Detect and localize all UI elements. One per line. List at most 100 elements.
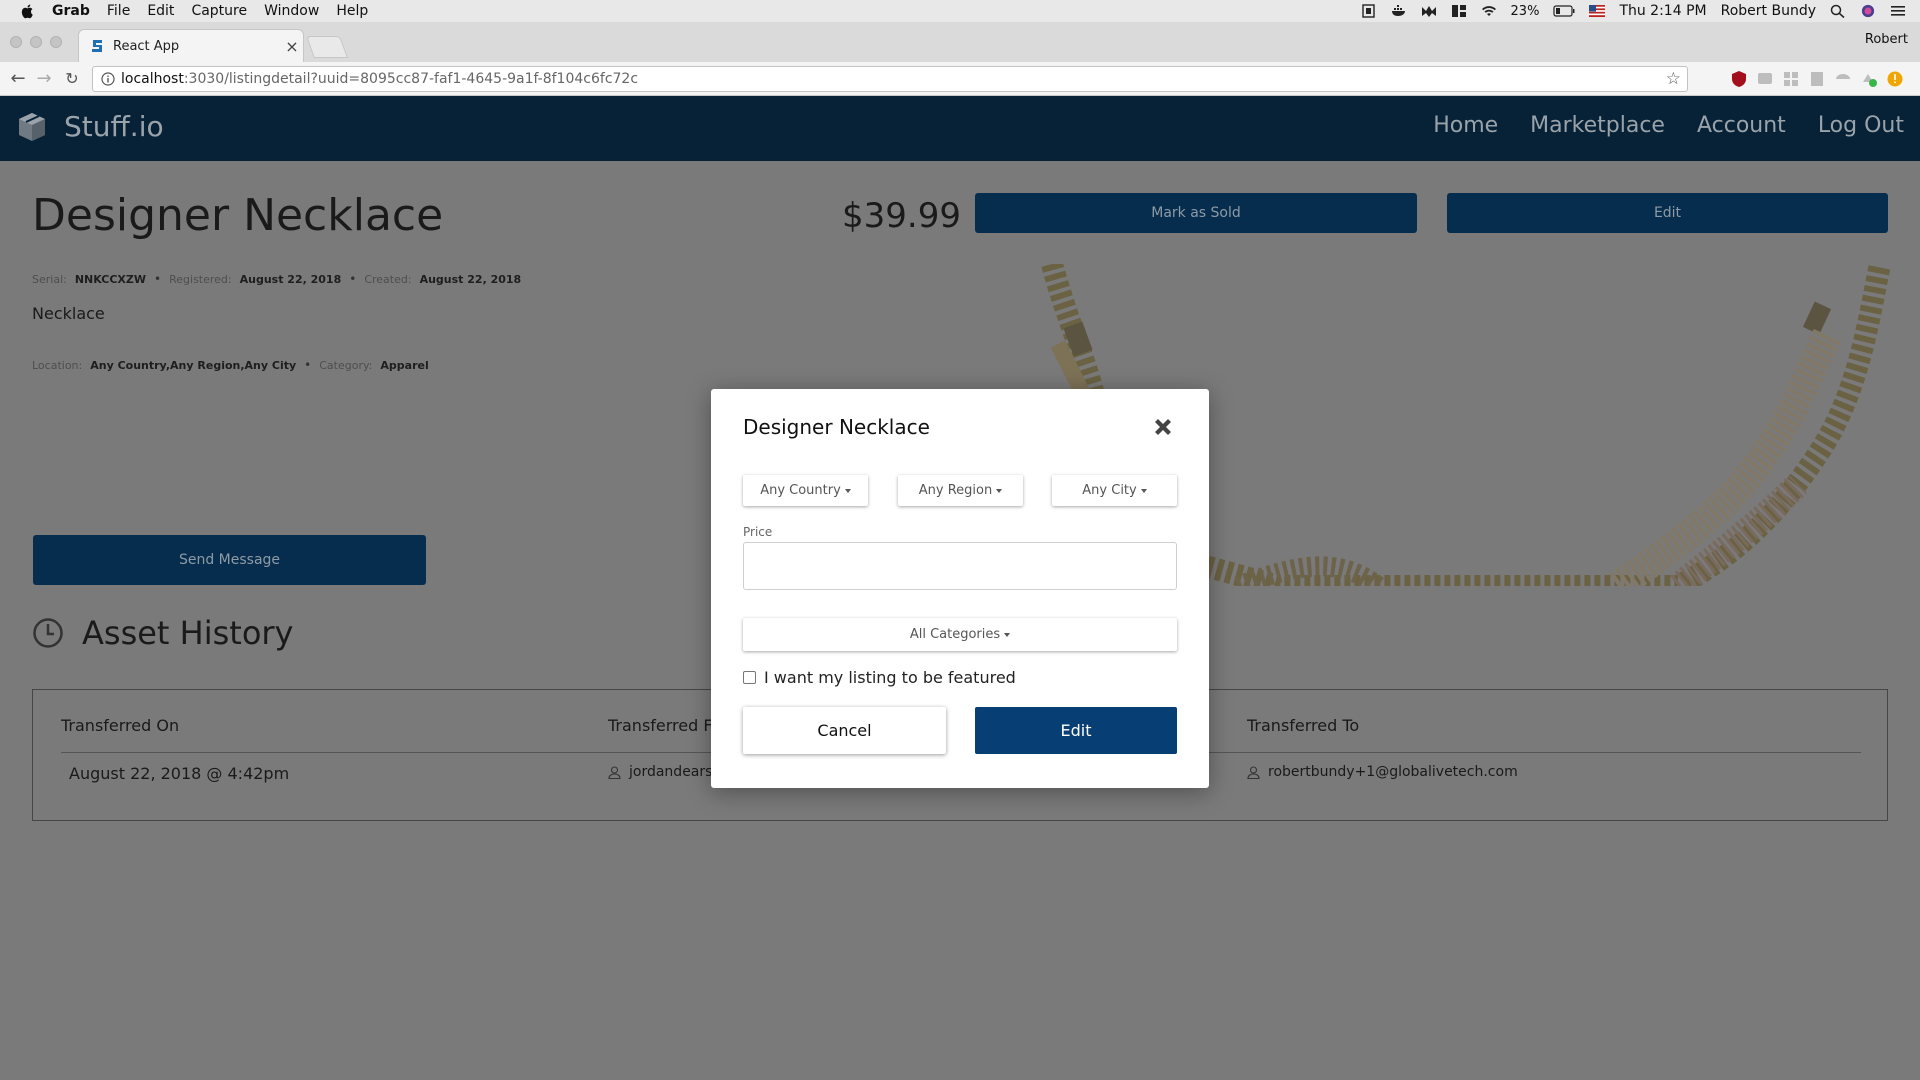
- category-dropdown-label: All Categories: [909, 627, 1001, 642]
- menubar-status-area: 23% Thu 2:14 PM Robert Bundy: [1361, 0, 1906, 22]
- listing-title: Designer Necklace: [32, 190, 444, 241]
- send-message-button[interactable]: Send Message: [33, 535, 426, 585]
- docker-icon[interactable]: [1391, 4, 1407, 18]
- asset-history-heading: Asset History: [32, 614, 293, 652]
- extension-icon-6[interactable]: [1860, 70, 1878, 88]
- clock-icon: [33, 618, 63, 648]
- category-label: Category:: [319, 358, 373, 372]
- malwarebytes-icon[interactable]: [1421, 4, 1437, 18]
- registered-value: August 22, 2018: [239, 272, 342, 286]
- history-from-user[interactable]: jordandears: [629, 764, 712, 780]
- menu-help[interactable]: Help: [336, 3, 368, 19]
- forward-arrow-icon[interactable]: →: [34, 69, 54, 89]
- menu-app-grab[interactable]: Grab: [52, 3, 90, 19]
- site-nav-links: Home Marketplace Account Log Out: [1433, 113, 1904, 138]
- macos-menubar: Grab File Edit Capture Window Help 23% T…: [0, 0, 1920, 22]
- featured-label[interactable]: I want my listing to be featured: [764, 668, 1016, 687]
- column-header-transferred-from: Transferred F: [608, 716, 713, 735]
- site-navbar: Stuff.io Home Marketplace Account Log Ou…: [0, 96, 1920, 161]
- spotlight-search-icon[interactable]: [1830, 4, 1846, 18]
- nav-account-link[interactable]: Account: [1697, 113, 1786, 138]
- grab-status-icon[interactable]: [1361, 4, 1377, 18]
- site-info-icon[interactable]: [101, 72, 115, 86]
- separator-dot: •: [154, 272, 162, 286]
- price-label: Price: [743, 525, 773, 539]
- extension-icon-5[interactable]: [1834, 70, 1852, 88]
- history-row-from: jordandears: [608, 764, 712, 780]
- extension-icon-4[interactable]: [1808, 70, 1826, 88]
- battery-percent: 23%: [1510, 3, 1540, 19]
- country-dropdown[interactable]: Any Country: [743, 475, 868, 506]
- us-flag-icon[interactable]: [1589, 4, 1606, 18]
- cancel-button[interactable]: Cancel: [743, 707, 946, 754]
- notification-center-icon[interactable]: [1890, 4, 1906, 18]
- menu-file[interactable]: File: [107, 3, 130, 19]
- window-zoom-button[interactable]: [50, 36, 62, 48]
- brand-name: Stuff.io: [64, 110, 164, 143]
- serial-value: NNKCCXZW: [74, 272, 147, 286]
- edit-listing-button[interactable]: Edit: [1447, 193, 1888, 233]
- ublock-extension-icon[interactable]: [1730, 70, 1748, 88]
- featured-checkbox[interactable]: [743, 671, 756, 684]
- menubar-clock[interactable]: Thu 2:14 PM: [1619, 3, 1706, 19]
- browser-tab-active[interactable]: React App ×: [78, 29, 304, 62]
- region-dropdown[interactable]: Any Region: [898, 475, 1023, 506]
- listing-subcategory: Necklace: [32, 304, 105, 323]
- chevron-down-icon: [996, 488, 1003, 493]
- column-header-transferred-on: Transferred On: [61, 716, 180, 735]
- box-logo-icon: [19, 112, 45, 141]
- modal-title: Designer Necklace: [743, 415, 930, 439]
- siri-icon[interactable]: [1860, 4, 1876, 18]
- wifi-icon[interactable]: [1481, 4, 1497, 18]
- history-row-date: August 22, 2018 @ 4:42pm: [69, 764, 290, 783]
- listing-location-row: Location: Any Country,Any Region,Any Cit…: [32, 358, 429, 372]
- url-path: :3030/listingdetail?uuid=8095cc87-faf1-4…: [183, 71, 639, 87]
- chevron-down-icon: [1140, 488, 1147, 493]
- nav-logout-link[interactable]: Log Out: [1818, 113, 1904, 138]
- battery-icon[interactable]: [1553, 4, 1575, 18]
- registered-label: Registered:: [169, 272, 232, 286]
- extension-icon-2[interactable]: [1756, 70, 1774, 88]
- browser-toolbar: ← → ↻ localhost:3030/listingdetail?uuid=…: [0, 62, 1920, 96]
- browser-profile-name[interactable]: Robert: [1865, 32, 1908, 47]
- history-row-to: robertbundy+1@globalivetech.com: [1247, 764, 1518, 780]
- menubar-user[interactable]: Robert Bundy: [1721, 3, 1816, 19]
- window-minimize-button[interactable]: [30, 36, 42, 48]
- created-label: Created:: [364, 272, 412, 286]
- url-host: localhost: [121, 71, 184, 87]
- modal-edit-button[interactable]: Edit: [975, 707, 1177, 754]
- menu-edit[interactable]: Edit: [147, 3, 174, 19]
- apple-icon[interactable]: [20, 3, 36, 19]
- category-dropdown[interactable]: All Categories: [743, 618, 1177, 651]
- user-icon: [608, 765, 621, 779]
- extension-alert-icon[interactable]: [1886, 70, 1904, 88]
- asset-history-title: Asset History: [82, 614, 294, 652]
- site-brand[interactable]: Stuff.io: [16, 110, 164, 143]
- address-bar[interactable]: localhost:3030/listingdetail?uuid=8095cc…: [92, 66, 1688, 92]
- new-tab-button[interactable]: [305, 36, 349, 58]
- country-dropdown-label: Any Country: [760, 483, 841, 498]
- chevron-down-icon: [844, 488, 851, 493]
- reload-icon[interactable]: ↻: [62, 69, 82, 89]
- menu-window[interactable]: Window: [264, 3, 319, 19]
- nav-home-link[interactable]: Home: [1433, 113, 1498, 138]
- location-label: Location:: [32, 358, 83, 372]
- tab-close-icon[interactable]: ×: [281, 37, 303, 56]
- window-close-button[interactable]: [10, 36, 22, 48]
- history-to-user[interactable]: robertbundy+1@globalivetech.com: [1268, 764, 1518, 780]
- featured-option: I want my listing to be featured: [743, 668, 1016, 687]
- close-icon[interactable]: [1151, 415, 1175, 439]
- menu-capture[interactable]: Capture: [191, 3, 247, 19]
- city-dropdown[interactable]: Any City: [1052, 475, 1177, 506]
- back-arrow-icon[interactable]: ←: [8, 69, 28, 89]
- bookmark-star-icon[interactable]: ☆: [1666, 69, 1681, 89]
- mark-as-sold-button[interactable]: Mark as Sold: [975, 193, 1417, 233]
- category-value: Apparel: [380, 358, 429, 372]
- window-manager-icon[interactable]: [1451, 4, 1467, 18]
- price-input[interactable]: [743, 542, 1177, 590]
- react-app-favicon-icon: [92, 40, 102, 52]
- extension-icon-3[interactable]: [1782, 70, 1800, 88]
- browser-tab-strip: React App × Robert: [0, 22, 1920, 62]
- nav-marketplace-link[interactable]: Marketplace: [1530, 113, 1665, 138]
- region-dropdown-label: Any Region: [918, 483, 993, 498]
